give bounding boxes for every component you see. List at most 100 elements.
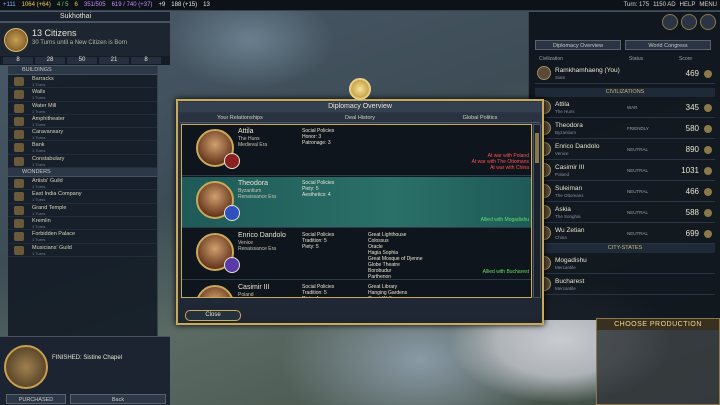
civ-leader-name: Enrico Dandolo [555,143,600,150]
civ-row[interactable]: Attila The Huns WAR 345 [535,98,715,118]
tab-world-congress[interactable]: World Congress [625,40,711,50]
buildings-section-header[interactable]: BUILDINGS [8,66,157,75]
population-icon [4,28,28,52]
siam-emblem-icon [537,66,551,80]
leader-name: Attila [238,128,254,135]
civ-score: 1031 [681,166,699,175]
build-item[interactable]: Kremlin 1 Turns [8,217,157,231]
advisor-buttons [662,14,716,30]
civ-name: Byzantium [555,130,577,135]
leader-list[interactable]: Attila The Huns Medieval Era Social Policie… [181,124,532,298]
food-yield: 8 [3,57,33,64]
advisor-icon[interactable] [662,14,678,30]
civ-emblem-icon [224,153,240,169]
player-score: 469 [685,69,699,78]
scrollbar-thumb[interactable] [535,133,539,163]
close-button[interactable]: Close [185,310,241,321]
leader-row[interactable]: Casimir IIIPolandRenaissance EraSocial P… [182,281,531,297]
gold-stat[interactable]: 1064 (+64) [22,2,51,8]
build-item-name: Constabulary [32,155,65,162]
strategic-resources-stat[interactable]: 13 [203,2,210,8]
tab-diplomacy-overview[interactable]: Diplomacy Overview [535,40,621,50]
turn-label: Turn: 175 [623,2,650,8]
player-civ: Siam [555,75,566,80]
build-item[interactable]: Caravansary 1 Turns [8,128,157,142]
build-item[interactable]: East India Company 1 Turns [8,190,157,204]
culture-stat[interactable]: 351/505 [84,2,106,8]
score-icon [704,188,712,196]
faith-stat[interactable]: 619 / 740 (+37) [112,2,153,8]
civ-score: 699 [685,229,699,238]
leader-row[interactable]: Enrico Dandolo Venice Renaissance Era Socia… [182,229,531,280]
score-icon [704,146,712,154]
build-item[interactable]: Barracks 1 Turns [8,75,157,89]
city-state-name: Mogadishu [555,257,587,264]
civ-name: Venice [555,151,569,156]
trade-icon[interactable] [700,14,716,30]
tab-global-politics[interactable]: Global Politics [420,114,540,122]
policy-item: Patronage: 3 [302,140,331,146]
civ-row[interactable]: Enrico Dandolo Venice NEUTRAL 890 [535,140,715,160]
science-stat[interactable]: +111 [3,2,16,8]
growth-label: 30 Turns until a New Citizen is Born [32,40,128,46]
build-item-turns: 1 Turns [32,223,46,229]
build-item[interactable]: Forbidden Palace 1 Turns [8,230,157,244]
wonders-section-header[interactable]: WONDERS [8,168,157,178]
happiness-stat[interactable]: 4 / 5 [57,2,69,8]
civ-emblem-icon [224,257,240,273]
leader-name: Enrico Dandolo [238,232,286,239]
policy-item: Piety: 5 [302,244,319,250]
help-button[interactable]: HELP [680,2,696,8]
build-item[interactable]: Artists' Guild 1 Turns [8,177,157,191]
build-item[interactable]: Bank 1 Turns [8,141,157,155]
influence-stat[interactable]: 188 (+15) [171,2,197,8]
citizens-count: 13 Citizens [32,28,77,38]
choose-production-panel[interactable]: CHOOSE PRODUCTION [596,318,720,405]
build-item[interactable]: Musicians' Guild 1 Turns [8,244,157,257]
tab-your-relationships[interactable]: Your Relationships [180,114,300,122]
player-row[interactable]: Ramkhamhaeng (You) Siam 469 [535,64,715,84]
civ-leader-name: Askia [555,206,571,213]
globe-icon[interactable] [681,14,697,30]
build-item[interactable]: Water Mill 1 Turns [8,102,157,115]
production-ring-icon[interactable] [4,345,48,389]
choose-production-title[interactable]: CHOOSE PRODUCTION [597,319,719,330]
score-icon [704,70,712,78]
leader-portrait[interactable] [196,285,234,297]
build-item-turns: 1 Turns [32,108,46,114]
leader-row[interactable]: Theodora Byzantium Renaissance Era Social P… [182,177,531,228]
civ-status: WAR [627,105,638,110]
build-item[interactable]: Grand Temple 1 Turns [8,204,157,217]
city-state-row[interactable]: Bucharest Mercantile [535,275,715,295]
build-item-name: Musicians' Guild [32,244,72,251]
relation-status: Allied with Mogadishu [480,217,529,223]
civ-leader-name: Casimir III [555,164,585,171]
purchased-button[interactable]: PURCHASED [6,394,66,404]
culture-yield: 8 [131,57,161,64]
civ-row[interactable]: Askia The Songhai NEUTRAL 588 [535,203,715,223]
civ-row[interactable]: Wu Zetian China NEUTRAL 699 [535,224,715,244]
back-button[interactable]: Back [70,394,166,404]
city-name-banner[interactable]: Sukhothai [0,12,170,22]
golden-age-stat[interactable]: 6 [75,2,78,8]
menu-button[interactable]: MENU [699,2,717,8]
score-icon [704,209,712,217]
civ-row[interactable]: Theodora Byzantium FRIENDLY 580 [535,119,715,139]
era-label: Renaissance Era [238,246,277,252]
civ-name: The Songhai [555,214,581,219]
build-item[interactable]: Walls 1 Turns [8,88,157,102]
civ-row[interactable]: Suleiman The Ottomans NEUTRAL 466 [535,182,715,202]
civ-status: NEUTRAL [627,210,649,215]
leader-row[interactable]: Attila The Huns Medieval Era Social Policie… [182,125,531,176]
build-item[interactable]: Constabulary 1 Turns [8,155,157,169]
tourism-stat[interactable]: +9 [158,2,165,8]
city-state-row[interactable]: Mogadishu Mercantile [535,254,715,274]
tab-deal-history[interactable]: Deal History [300,114,420,122]
civ-row[interactable]: Casimir III Poland NEUTRAL 1031 [535,161,715,181]
build-item-turns: 1 Turns [32,184,46,190]
build-item[interactable]: Amphitheater 1 Turns [8,115,157,129]
leader-list-scrollbar[interactable] [533,124,541,298]
city-states-header: CITY-STATES [535,244,715,253]
leader-name: Casimir III [238,284,270,291]
civ-status: NEUTRAL [627,189,649,194]
